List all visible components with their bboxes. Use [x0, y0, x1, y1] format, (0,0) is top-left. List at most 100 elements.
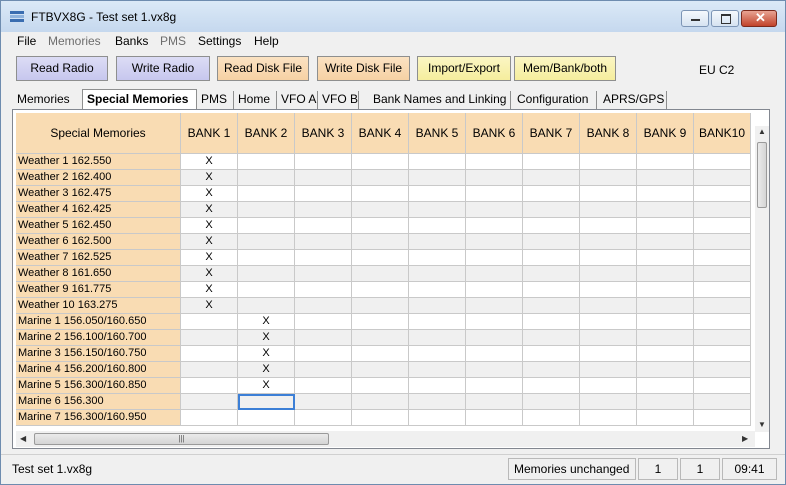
bank-cell[interactable] [352, 234, 409, 250]
bank-cell[interactable] [295, 346, 352, 362]
bank-cell[interactable]: X [181, 170, 238, 186]
bank-cell[interactable] [580, 298, 637, 314]
column-header-bank-6[interactable]: BANK 6 [466, 113, 523, 154]
bank-cell[interactable] [523, 266, 580, 282]
bank-cell[interactable] [409, 394, 466, 410]
bank-cell[interactable] [694, 234, 751, 250]
bank-cell[interactable] [523, 314, 580, 330]
bank-cell[interactable] [352, 170, 409, 186]
bank-cell[interactable] [694, 378, 751, 394]
bank-cell[interactable] [637, 378, 694, 394]
bank-cell[interactable] [352, 378, 409, 394]
bank-cell[interactable]: X [181, 234, 238, 250]
bank-cell[interactable] [523, 362, 580, 378]
bank-cell[interactable] [238, 234, 295, 250]
mem-bank-both-button[interactable]: Mem/Bank/both [514, 56, 616, 81]
write-disk-file-button[interactable]: Write Disk File [317, 56, 410, 81]
bank-cell[interactable] [637, 314, 694, 330]
bank-cell[interactable] [580, 378, 637, 394]
bank-cell[interactable] [637, 394, 694, 410]
bank-cell[interactable] [466, 186, 523, 202]
bank-cell[interactable] [580, 250, 637, 266]
bank-cell[interactable] [694, 218, 751, 234]
menu-help[interactable]: Help [254, 34, 279, 48]
bank-cell[interactable] [694, 362, 751, 378]
bank-cell[interactable] [523, 282, 580, 298]
tab-aprs-gps[interactable]: APRS/GPS [597, 91, 667, 109]
bank-cell[interactable] [238, 282, 295, 298]
column-header-bank-9[interactable]: BANK 9 [637, 113, 694, 154]
bank-cell[interactable] [352, 298, 409, 314]
bank-cell[interactable] [580, 186, 637, 202]
bank-cell[interactable] [295, 266, 352, 282]
bank-cell[interactable] [409, 186, 466, 202]
column-header-bank-3[interactable]: BANK 3 [295, 113, 352, 154]
scroll-up-icon[interactable]: ▲ [758, 127, 766, 136]
bank-cell[interactable] [580, 394, 637, 410]
bank-cell[interactable]: X [181, 298, 238, 314]
bank-cell[interactable] [352, 346, 409, 362]
bank-cell[interactable] [238, 154, 295, 170]
bank-cell[interactable] [637, 218, 694, 234]
tab-special-memories[interactable]: Special Memories [82, 89, 197, 110]
bank-cell[interactable] [352, 202, 409, 218]
row-header[interactable]: Marine 6 156.300 [16, 394, 181, 410]
bank-cell[interactable] [295, 282, 352, 298]
bank-cell[interactable] [637, 202, 694, 218]
bank-cell[interactable] [466, 346, 523, 362]
bank-cell[interactable] [352, 330, 409, 346]
bank-cell[interactable] [523, 250, 580, 266]
bank-cell[interactable] [694, 346, 751, 362]
scroll-down-icon[interactable]: ▼ [758, 420, 766, 429]
column-header-bank-4[interactable]: BANK 4 [352, 113, 409, 154]
bank-cell[interactable]: X [238, 346, 295, 362]
bank-cell[interactable] [295, 410, 352, 426]
bank-cell[interactable] [523, 346, 580, 362]
menu-pms[interactable]: PMS [160, 34, 186, 48]
tab-configuration[interactable]: Configuration [511, 91, 597, 109]
bank-cell[interactable] [523, 218, 580, 234]
bank-cell[interactable] [238, 298, 295, 314]
bank-cell[interactable]: X [238, 378, 295, 394]
bank-cell[interactable] [694, 250, 751, 266]
read-radio-button[interactable]: Read Radio [16, 56, 108, 81]
bank-cell[interactable] [580, 362, 637, 378]
row-header[interactable]: Weather 8 161.650 [16, 266, 181, 282]
row-header[interactable]: Marine 1 156.050/160.650 [16, 314, 181, 330]
bank-cell[interactable] [523, 154, 580, 170]
bank-cell[interactable] [466, 282, 523, 298]
bank-cell[interactable] [694, 170, 751, 186]
bank-cell[interactable] [295, 218, 352, 234]
bank-cell[interactable] [466, 394, 523, 410]
bank-cell[interactable] [238, 394, 295, 410]
write-radio-button[interactable]: Write Radio [116, 56, 210, 81]
bank-cell[interactable] [637, 362, 694, 378]
bank-cell[interactable] [238, 410, 295, 426]
bank-cell[interactable] [409, 346, 466, 362]
bank-cell[interactable] [181, 330, 238, 346]
bank-cell[interactable] [409, 202, 466, 218]
horizontal-scrollbar[interactable]: ◀ ||| ▶ [16, 431, 755, 447]
bank-cell[interactable] [409, 250, 466, 266]
bank-cell[interactable] [352, 314, 409, 330]
bank-cell[interactable]: X [181, 154, 238, 170]
bank-cell[interactable] [409, 298, 466, 314]
bank-cell[interactable] [523, 202, 580, 218]
bank-cell[interactable] [466, 378, 523, 394]
horizontal-scroll-thumb[interactable]: ||| [34, 433, 329, 445]
column-header-bank-1[interactable]: BANK 1 [181, 113, 238, 154]
bank-cell[interactable] [694, 410, 751, 426]
bank-cell[interactable] [295, 202, 352, 218]
bank-cell[interactable] [580, 282, 637, 298]
bank-cell[interactable] [466, 202, 523, 218]
scroll-left-icon[interactable]: ◀ [20, 434, 26, 443]
bank-cell[interactable]: X [181, 186, 238, 202]
bank-cell[interactable] [466, 234, 523, 250]
bank-cell[interactable] [352, 186, 409, 202]
row-header[interactable]: Marine 4 156.200/160.800 [16, 362, 181, 378]
bank-cell[interactable]: X [181, 266, 238, 282]
bank-cell[interactable]: X [181, 250, 238, 266]
bank-cell[interactable] [580, 314, 637, 330]
tab-memories[interactable]: Memories [13, 91, 83, 109]
bank-cell[interactable] [295, 186, 352, 202]
